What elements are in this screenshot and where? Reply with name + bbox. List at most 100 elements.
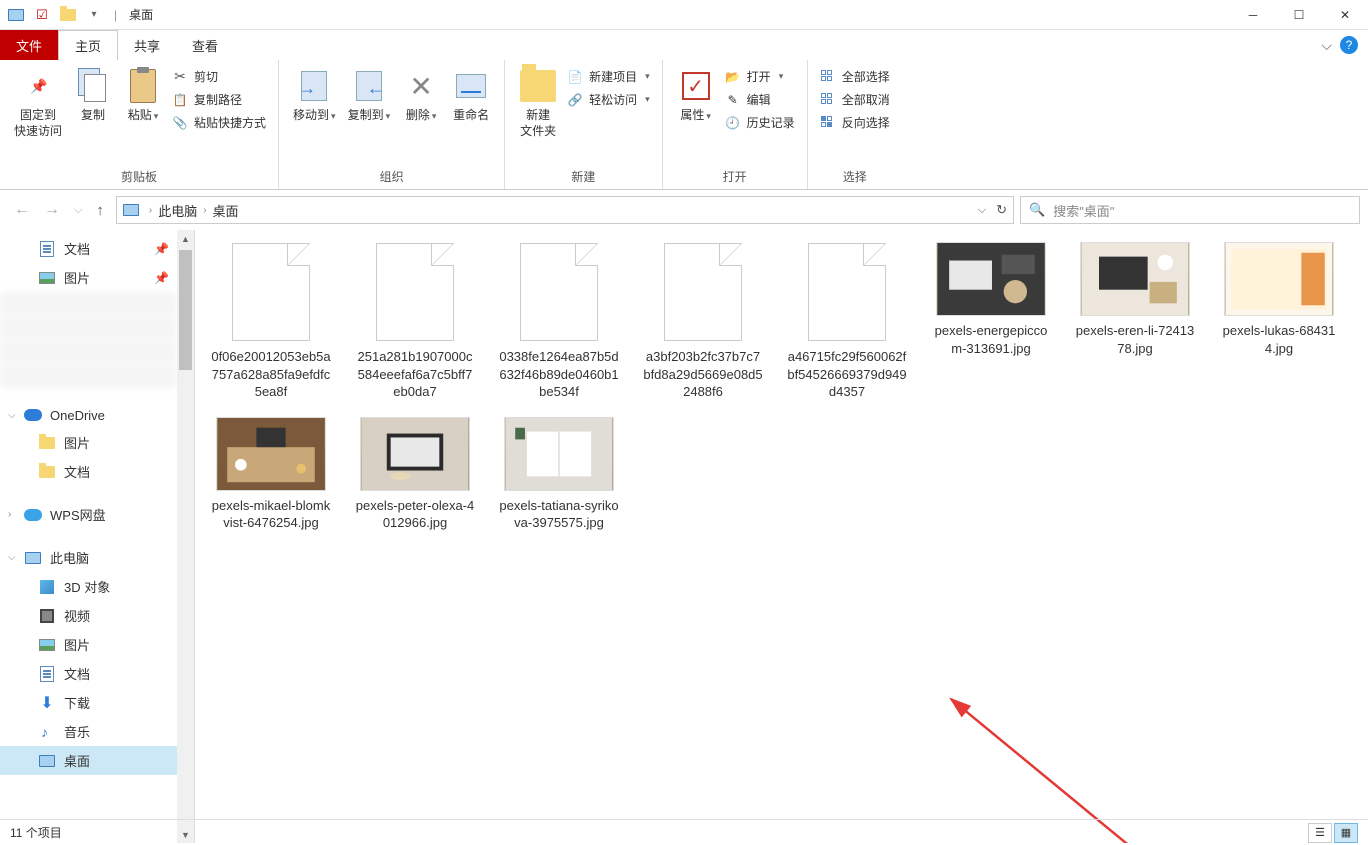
edit-button[interactable]: ✎编辑: [721, 89, 799, 110]
menu-home[interactable]: 主页: [58, 30, 118, 60]
new-item-button[interactable]: 📄新建项目▾: [563, 66, 654, 87]
sidebar-scrollbar[interactable]: ▲ ▼: [177, 230, 194, 843]
sidebar-item-documents2[interactable]: 文档: [0, 659, 177, 688]
file-item[interactable]: pexels-mikael-blomkvist-6476254.jpg: [211, 417, 331, 532]
sidebar-item-downloads[interactable]: ⬇下载: [0, 688, 177, 717]
search-placeholder: 搜索"桌面": [1053, 201, 1114, 220]
file-item[interactable]: 0f06e20012053eb5a757a628a85fa9efdfc5ea8f: [211, 242, 331, 401]
scrollbar-thumb[interactable]: [179, 250, 192, 370]
file-label: pexels-energepiccom-313691.jpg: [931, 322, 1051, 357]
minimize-button[interactable]: ─: [1230, 0, 1276, 30]
sidebar-item-pictures2[interactable]: 图片: [0, 630, 177, 659]
refresh-button[interactable]: ↻: [996, 202, 1007, 218]
breadcrumb-desktop[interactable]: 桌面: [211, 201, 241, 220]
select-all-button[interactable]: 全部选择: [816, 66, 894, 87]
forward-button[interactable]: →: [44, 201, 60, 219]
easy-access-button[interactable]: 🔗轻松访问▾: [563, 89, 654, 110]
qat-folder-icon: [58, 5, 78, 25]
invert-selection-button[interactable]: 反向选择: [816, 112, 894, 133]
history-dropdown[interactable]: ⌵: [74, 204, 82, 217]
group-label-new: 新建: [513, 168, 654, 189]
file-item[interactable]: 0338fe1264ea87b5d632f46b89de0460b1be534f: [499, 242, 619, 401]
file-list-pane[interactable]: 0f06e20012053eb5a757a628a85fa9efdfc5ea8f…: [195, 230, 1368, 843]
copy-to-button[interactable]: 复制到▾: [342, 64, 397, 128]
title-bar: ☑ ▾ | 桌面 ─ ☐ ✕: [0, 0, 1368, 30]
copy-path-icon: 📋: [172, 92, 188, 108]
copy-button[interactable]: 复制: [68, 64, 118, 128]
app-icon: [6, 5, 26, 25]
navigation-bar: ← → ⌵ ↑ › 此电脑 › 桌面 ⌵ ↻ 🔍 搜索"桌面": [0, 190, 1368, 230]
sidebar-item-music[interactable]: ♪音乐: [0, 717, 177, 746]
new-folder-button[interactable]: 新建 文件夹: [513, 64, 563, 143]
file-label: pexels-eren-li-7241378.jpg: [1075, 322, 1195, 357]
address-dropdown[interactable]: ⌵: [978, 204, 986, 217]
file-item[interactable]: a46715fc29f560062fbf54526669379d949d4357: [787, 242, 907, 401]
file-label: 251a281b1907000c584eeefaf6a7c5bff7eb0da7: [355, 348, 475, 401]
qat-item-1[interactable]: ☑: [32, 5, 52, 25]
open-button[interactable]: 📂打开▾: [721, 66, 799, 87]
rename-button[interactable]: 重命名: [446, 64, 496, 128]
menu-view[interactable]: 查看: [176, 30, 234, 60]
qat-dropdown[interactable]: ▾: [84, 5, 104, 25]
address-bar[interactable]: › 此电脑 › 桌面 ⌵ ↻: [116, 196, 1014, 224]
sidebar-item-onedrive[interactable]: ⌵OneDrive: [0, 402, 177, 428]
sidebar-item-od-documents[interactable]: 文档: [0, 457, 177, 486]
copy-icon: [78, 68, 108, 104]
image-thumbnail: [936, 242, 1046, 316]
collapse-ribbon-button[interactable]: ⌵: [1321, 37, 1332, 54]
sidebar-item-pictures[interactable]: 图片📌: [0, 263, 177, 292]
file-item[interactable]: pexels-peter-olexa-4012966.jpg: [355, 417, 475, 532]
move-to-button[interactable]: 移动到▾: [287, 64, 342, 128]
sidebar-item-od-pictures[interactable]: 图片: [0, 428, 177, 457]
menu-share[interactable]: 共享: [118, 30, 176, 60]
sidebar-item-documents[interactable]: 文档📌: [0, 234, 177, 263]
delete-button[interactable]: ✕ 删除▾: [396, 64, 446, 128]
group-label-select: 选择: [816, 168, 894, 189]
scroll-up-icon[interactable]: ▲: [177, 230, 194, 247]
paste-shortcut-button[interactable]: 📎粘贴快捷方式: [168, 112, 270, 133]
ribbon-group-select: 全部选择 全部取消 反向选择 选择: [808, 60, 902, 189]
sidebar-item-videos[interactable]: 视频: [0, 601, 177, 630]
file-icon: [792, 242, 902, 342]
file-label: a46715fc29f560062fbf54526669379d949d4357: [787, 348, 907, 401]
sidebar-item-wps[interactable]: ›WPS网盘: [0, 500, 177, 529]
group-label-organize: 组织: [287, 168, 496, 189]
invert-icon: [820, 115, 836, 131]
maximize-button[interactable]: ☐: [1276, 0, 1322, 30]
sidebar-item-desktop[interactable]: 桌面: [0, 746, 177, 775]
cut-button[interactable]: ✂剪切: [168, 66, 270, 87]
clipboard-icon: [130, 69, 156, 103]
ribbon-group-open: ✓ 属性▾ 📂打开▾ ✎编辑 🕘历史记录 打开: [663, 60, 808, 189]
file-item[interactable]: pexels-lukas-684314.jpg: [1219, 242, 1339, 401]
file-icon: [648, 242, 758, 342]
menu-file[interactable]: 文件: [0, 30, 58, 60]
thumbnails-view-button[interactable]: ▦: [1334, 823, 1358, 843]
image-thumbnail: [360, 417, 470, 491]
breadcrumb-this-pc[interactable]: 此电脑: [156, 201, 199, 220]
paste-button[interactable]: 粘贴▾: [118, 64, 168, 128]
pin-quick-access-button[interactable]: 📌 固定到 快速访问: [8, 64, 68, 143]
sidebar-item-redacted: [0, 364, 177, 388]
file-label: 0338fe1264ea87b5d632f46b89de0460b1be534f: [499, 348, 619, 401]
file-item[interactable]: pexels-energepiccom-313691.jpg: [931, 242, 1051, 401]
up-button[interactable]: ↑: [96, 202, 104, 219]
move-to-icon: [301, 71, 327, 101]
search-input[interactable]: 🔍 搜索"桌面": [1020, 196, 1360, 224]
history-button[interactable]: 🕘历史记录: [721, 112, 799, 133]
back-button[interactable]: ←: [14, 201, 30, 219]
file-item[interactable]: 251a281b1907000c584eeefaf6a7c5bff7eb0da7: [355, 242, 475, 401]
sidebar-item-this-pc[interactable]: ⌵此电脑: [0, 543, 177, 572]
file-label: pexels-lukas-684314.jpg: [1219, 322, 1339, 357]
select-none-button[interactable]: 全部取消: [816, 89, 894, 110]
file-item[interactable]: pexels-eren-li-7241378.jpg: [1075, 242, 1195, 401]
file-item[interactable]: pexels-tatiana-syrikova-3975575.jpg: [499, 417, 619, 532]
file-item[interactable]: a3bf203b2fc37b7c7bfd8a29d5669e08d52488f6: [643, 242, 763, 401]
scissors-icon: ✂: [172, 69, 188, 85]
properties-button[interactable]: ✓ 属性▾: [671, 64, 721, 128]
group-label-clipboard: 剪贴板: [8, 168, 270, 189]
help-button[interactable]: ?: [1340, 36, 1358, 54]
details-view-button[interactable]: ☰: [1308, 823, 1332, 843]
close-button[interactable]: ✕: [1322, 0, 1368, 30]
sidebar-item-3d-objects[interactable]: 3D 对象: [0, 572, 177, 601]
copy-path-button[interactable]: 📋复制路径: [168, 89, 270, 110]
